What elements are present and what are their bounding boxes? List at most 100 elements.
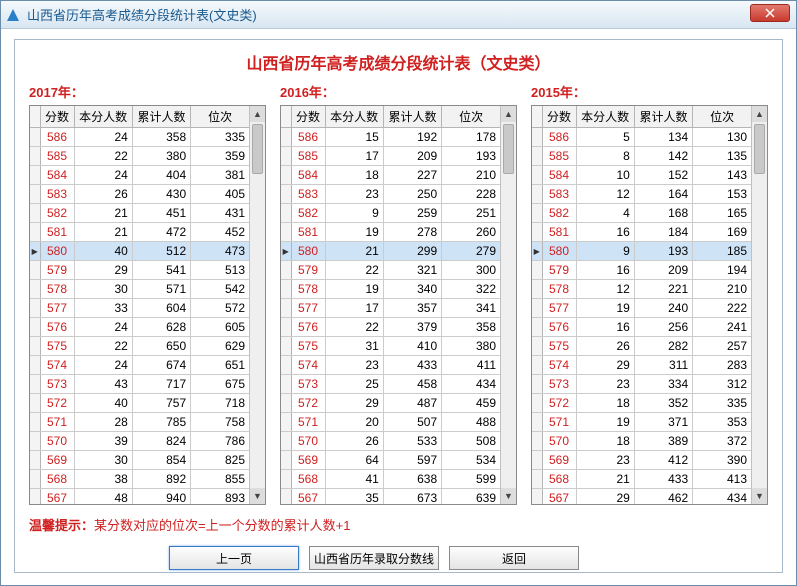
scroll-thumb[interactable]: [754, 124, 765, 174]
column-header[interactable]: 累计人数: [383, 106, 441, 128]
table-row[interactable]: 57733604572: [30, 299, 249, 318]
table-row[interactable]: 56748940893: [30, 489, 249, 505]
table-row[interactable]: 57717357341: [281, 299, 500, 318]
table-row[interactable]: 57240757718: [30, 394, 249, 413]
table-row[interactable]: 5829259251: [281, 204, 500, 223]
table-row[interactable]: 56964597534: [281, 451, 500, 470]
column-header[interactable]: 累计人数: [132, 106, 190, 128]
table-row[interactable]: 56821433413: [532, 470, 751, 489]
table-row[interactable]: 57026533508: [281, 432, 500, 451]
table-row[interactable]: 57819340322: [281, 280, 500, 299]
table-row[interactable]: 56841638599: [281, 470, 500, 489]
scroll-down-button[interactable]: ▼: [250, 488, 265, 504]
table-row[interactable]: 58040512473: [30, 242, 249, 261]
table-row[interactable]: 58517209193: [281, 147, 500, 166]
data-grid[interactable]: 分数本分人数累计人数位次5862435833558522380359584244…: [29, 105, 266, 505]
back-button[interactable]: 返回: [449, 546, 579, 570]
column-header[interactable]: 分数: [40, 106, 74, 128]
data-grid[interactable]: 分数本分人数累计人数位次5865134130585814213558410152…: [531, 105, 768, 505]
table-row[interactable]: 5865134130: [532, 128, 751, 147]
table-row[interactable]: 57424674651: [30, 356, 249, 375]
prev-page-button[interactable]: 上一页: [169, 546, 299, 570]
scroll-thumb[interactable]: [252, 124, 263, 174]
table-row[interactable]: 58624358335: [30, 128, 249, 147]
table-row[interactable]: 57916209194: [532, 261, 751, 280]
table-row[interactable]: 5858142135: [532, 147, 751, 166]
cell-value: 168: [634, 204, 692, 223]
table-row[interactable]: 57616256241: [532, 318, 751, 337]
scroll-down-button[interactable]: ▼: [501, 488, 516, 504]
scrollbar[interactable]: ▲▼: [751, 106, 767, 504]
column-header[interactable]: 本分人数: [325, 106, 383, 128]
scroll-up-button[interactable]: ▲: [501, 106, 516, 122]
cell-value: 512: [132, 242, 190, 261]
data-grid[interactable]: 分数本分人数累计人数位次5861519217858517209193584182…: [280, 105, 517, 505]
cell-value: 22: [74, 337, 132, 356]
table-row[interactable]: 57323334312: [532, 375, 751, 394]
table-row[interactable]: 57343717675: [30, 375, 249, 394]
table-row[interactable]: 57622379358: [281, 318, 500, 337]
table-row[interactable]: 58119278260: [281, 223, 500, 242]
table-row[interactable]: 57325458434: [281, 375, 500, 394]
table-row[interactable]: 56735673639: [281, 489, 500, 505]
table-row[interactable]: 58615192178: [281, 128, 500, 147]
cell-value: 26: [325, 432, 383, 451]
table-row[interactable]: 58121472452: [30, 223, 249, 242]
column-header[interactable]: 位次: [693, 106, 751, 128]
close-button[interactable]: [750, 4, 790, 22]
table-row[interactable]: 57929541513: [30, 261, 249, 280]
table-row[interactable]: 57120507488: [281, 413, 500, 432]
table-row[interactable]: 5809193185: [532, 242, 751, 261]
table-row[interactable]: 56923412390: [532, 451, 751, 470]
table-row[interactable]: 57429311283: [532, 356, 751, 375]
cell-value: 21: [576, 470, 634, 489]
table-row[interactable]: 57018389372: [532, 432, 751, 451]
table-row[interactable]: 56930854825: [30, 451, 249, 470]
column-header[interactable]: 累计人数: [634, 106, 692, 128]
admission-lines-button[interactable]: 山西省历年录取分数线: [309, 546, 439, 570]
scrollbar[interactable]: ▲▼: [500, 106, 516, 504]
table-row[interactable]: 58418227210: [281, 166, 500, 185]
table-row[interactable]: 58312164153: [532, 185, 751, 204]
table-row[interactable]: 56838892855: [30, 470, 249, 489]
table-row[interactable]: 58323250228: [281, 185, 500, 204]
table-row[interactable]: 5824168165: [532, 204, 751, 223]
table-row[interactable]: 57218352335: [532, 394, 751, 413]
table-row[interactable]: 57526282257: [532, 337, 751, 356]
cell-value: 16: [576, 223, 634, 242]
table-row[interactable]: 57531410380: [281, 337, 500, 356]
table-row[interactable]: 58221451431: [30, 204, 249, 223]
scroll-up-button[interactable]: ▲: [752, 106, 767, 122]
column-header[interactable]: 本分人数: [74, 106, 132, 128]
table-row[interactable]: 57830571542: [30, 280, 249, 299]
scroll-up-button[interactable]: ▲: [250, 106, 265, 122]
table-row[interactable]: 58021299279: [281, 242, 500, 261]
table-row[interactable]: 57719240222: [532, 299, 751, 318]
table-row[interactable]: 58424404381: [30, 166, 249, 185]
table-row[interactable]: 57119371353: [532, 413, 751, 432]
table-row[interactable]: 57922321300: [281, 261, 500, 280]
table-row[interactable]: 58410152143: [532, 166, 751, 185]
table-row[interactable]: 56729462434: [532, 489, 751, 505]
table-row[interactable]: 57229487459: [281, 394, 500, 413]
table-row[interactable]: 57128785758: [30, 413, 249, 432]
column-header[interactable]: 本分人数: [576, 106, 634, 128]
cell-value: 673: [383, 489, 441, 505]
cell-value: 28: [74, 413, 132, 432]
table-row[interactable]: 58522380359: [30, 147, 249, 166]
table-row[interactable]: 57624628605: [30, 318, 249, 337]
table-row[interactable]: 57522650629: [30, 337, 249, 356]
table-row[interactable]: 58326430405: [30, 185, 249, 204]
cell-value: 473: [191, 242, 249, 261]
table-row[interactable]: 57039824786: [30, 432, 249, 451]
column-header[interactable]: 位次: [442, 106, 500, 128]
table-row[interactable]: 58116184169: [532, 223, 751, 242]
column-header[interactable]: 分数: [291, 106, 325, 128]
table-row[interactable]: 57812221210: [532, 280, 751, 299]
scroll-down-button[interactable]: ▼: [752, 488, 767, 504]
scrollbar[interactable]: ▲▼: [249, 106, 265, 504]
table-row[interactable]: 57423433411: [281, 356, 500, 375]
column-header[interactable]: 位次: [191, 106, 249, 128]
scroll-thumb[interactable]: [503, 124, 514, 174]
column-header[interactable]: 分数: [542, 106, 576, 128]
